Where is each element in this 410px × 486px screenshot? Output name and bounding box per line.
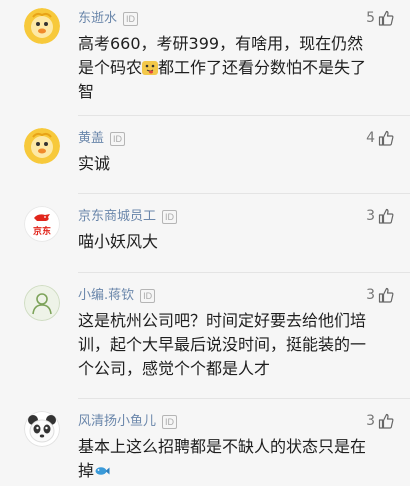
- username[interactable]: 小编.蒋钦: [78, 285, 134, 307]
- username[interactable]: 京东商城员工: [78, 206, 156, 228]
- like-button[interactable]: 3: [366, 208, 394, 224]
- thumbs-up-icon: [378, 130, 394, 146]
- thumbs-up-icon: [378, 10, 394, 26]
- comment-text: 喵小妖风大: [78, 232, 159, 251]
- like-button[interactable]: 3: [366, 287, 394, 303]
- comment-text: 这是杭州公司吧？时间定好要去给他们培训，起个大早最后说没时间，挺能装的一个公司，…: [78, 311, 367, 378]
- avatar[interactable]: [24, 8, 60, 44]
- id-badge: ID: [162, 415, 178, 429]
- like-button[interactable]: 3: [366, 413, 394, 429]
- comment-text: 高考660，考研399，有啥用，现在仍然是个码农 都工作了还看分数怕不是失了智: [78, 34, 367, 101]
- username[interactable]: 东逝水: [78, 8, 117, 30]
- tongue-face-emoji: [142, 59, 159, 75]
- like-button[interactable]: 5: [366, 10, 394, 26]
- thumbs-up-icon: [378, 413, 394, 429]
- avatar[interactable]: [24, 411, 60, 447]
- fish-emoji: [94, 462, 110, 478]
- id-badge: ID: [123, 12, 139, 26]
- divider: [78, 398, 410, 399]
- thumbs-up-icon: [378, 208, 394, 224]
- duck-mascot-icon: [24, 128, 60, 164]
- avatar[interactable]: [24, 285, 60, 321]
- username[interactable]: 风清扬小鱼儿: [78, 411, 156, 433]
- thumbs-up-icon: [378, 287, 394, 303]
- jd-logo-label: 京东: [32, 227, 51, 237]
- duck-mascot-icon: [24, 8, 60, 44]
- divider: [78, 115, 410, 116]
- avatar[interactable]: [24, 128, 60, 164]
- like-count: 5: [366, 10, 375, 26]
- comment-text: 实诚: [78, 154, 111, 173]
- divider: [78, 272, 410, 273]
- like-count: 3: [366, 208, 375, 224]
- like-count: 4: [366, 130, 375, 146]
- comment-text: 基本上这么招聘都是不缺人的状态只是在掉: [78, 437, 367, 480]
- person-silhouette-icon: [24, 285, 60, 321]
- divider: [78, 193, 410, 194]
- id-badge: ID: [162, 210, 178, 224]
- username[interactable]: 黄盖: [78, 128, 104, 150]
- id-badge: ID: [140, 289, 156, 303]
- panda-icon: [24, 411, 60, 447]
- like-count: 3: [366, 413, 375, 429]
- like-button[interactable]: 4: [366, 130, 394, 146]
- like-count: 3: [366, 287, 375, 303]
- id-badge: ID: [110, 132, 126, 146]
